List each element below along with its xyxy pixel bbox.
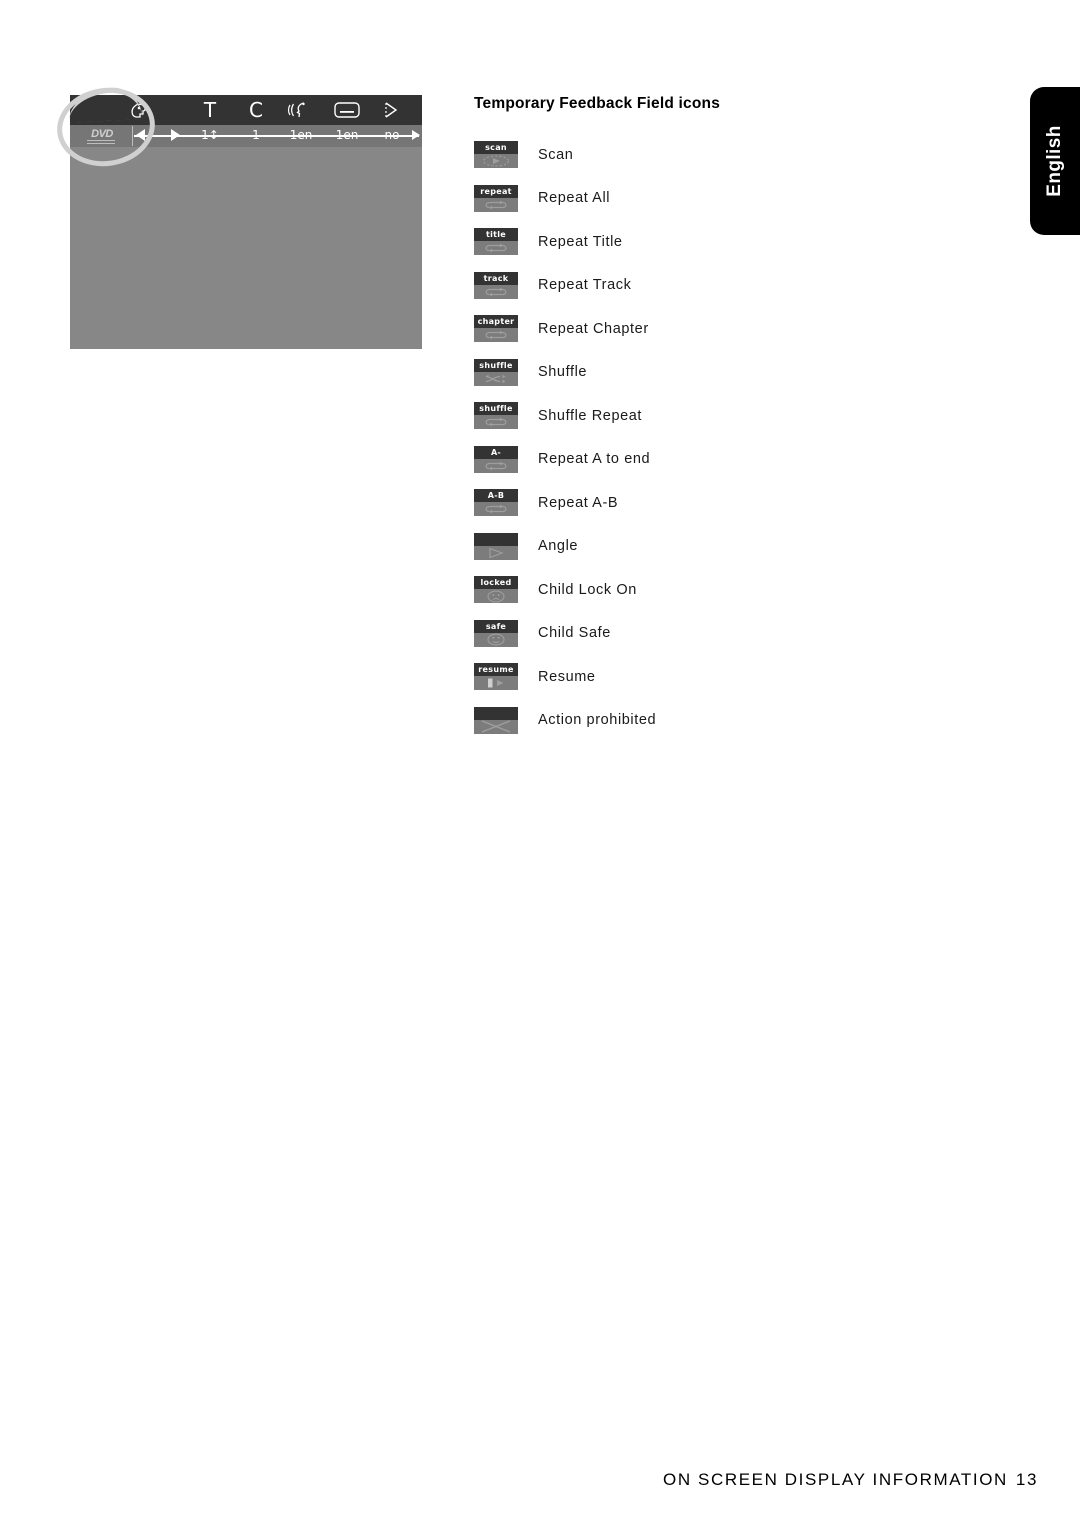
feedback-icon-label: Repeat All [538,190,611,207]
shuffle-crossed-arrows-icon: shuffle [474,358,518,386]
feedback-icon-label: Resume [538,668,596,685]
osd-column-angle-head [114,95,166,147]
feedback-icon-row: safe Child Safe [474,612,994,656]
repeat-loop-icon: A- [474,445,518,473]
feedback-icon-list: scan Scan repeat Repeat All title Repeat Titl… [474,133,994,742]
scan-dotted-play-icon: scan [474,141,518,169]
feedback-icon-caption: A- [474,445,518,459]
osd-menu-bar: DVD T 1↕ C 1 1en 1en no off [70,95,446,147]
repeat-loop-icon: A-B [474,489,518,517]
smiley-face-icon: safe [474,619,518,647]
feedback-icon-label: Shuffle [538,364,588,381]
feedback-icon-symbol [474,676,518,690]
panel-title: Temporary Feedback Field icons [474,95,721,112]
feedback-icon-label: Repeat Chapter [538,320,649,337]
osd-screen-preview: DVD T 1↕ C 1 1en 1en no off [70,95,446,349]
feedback-icon-symbol [474,633,518,647]
feedback-icon-row: chapter Repeat Chapter [474,307,994,351]
audio-language-icon [275,95,327,125]
resume-bar-play-icon: resume [474,663,518,691]
feedback-icon-symbol [474,241,518,255]
language-tab-label: English [1044,125,1065,197]
feedback-icon-label: Action prohibited [538,712,657,729]
repeat-loop-icon: track [474,271,518,299]
osd-value-zoom: off [429,128,445,142]
footer-page-number: 13 [1015,1470,1038,1489]
repeat-loop-icon: shuffle [474,402,518,430]
feedback-icon-caption: locked [474,576,518,590]
feedback-icon-caption: resume [474,663,518,677]
osd-column-audio: 1en [275,95,327,147]
feedback-icon-label: Repeat Title [538,233,623,250]
feedback-icon-symbol [474,415,518,429]
feedback-icon-caption: repeat [474,184,518,198]
osd-value-audio: 1en [289,128,313,142]
temporary-feedback-field-panel: Temporary Feedback Field icons scan Scan r… [474,95,994,742]
feedback-icon-symbol [474,459,518,473]
feedback-icon-label: Repeat Track [538,277,632,294]
feedback-icon-symbol [474,328,518,342]
feedback-icon-row: A-B Repeat A-B [474,481,994,525]
feedback-icon-caption [474,706,518,720]
feedback-icon-label: Repeat A-B [538,494,619,511]
feedback-icon-row: Action prohibited [474,699,994,743]
feedback-icon-row: track Repeat Track [474,264,994,308]
feedback-icon-caption [474,532,518,546]
feedback-icon-symbol [474,720,518,734]
feedback-icon-label: Child Safe [538,625,611,642]
zoom-magnifier-icon [411,95,463,125]
feedback-icon-row: resume Resume [474,655,994,699]
next-arrow-icon [171,129,180,141]
language-tab-english: English [1030,87,1080,235]
feedback-icon-caption: shuffle [474,402,518,416]
feedback-icon-caption: scan [474,141,518,155]
sad-face-icon: locked [474,576,518,604]
feedback-icon-caption: chapter [474,315,518,329]
feedback-icon-label: Shuffle Repeat [538,407,643,424]
feedback-icon-row: locked Child Lock On [474,568,994,612]
feedback-icon-caption: shuffle [474,358,518,372]
repeat-loop-icon: title [474,228,518,256]
page-footer: ON SCREEN DISPLAY INFORMATION 13 [0,1470,1038,1490]
feedback-icon-caption: track [474,271,518,285]
feedback-icon-row: shuffle Shuffle [474,351,994,395]
repeat-loop-icon: chapter [474,315,518,343]
feedback-icon-label: Child Lock On [538,581,637,598]
feedback-icon-row: Angle [474,525,994,569]
cross-prohibited-icon [474,706,518,734]
feedback-icon-caption: A-B [474,489,518,503]
feedback-icon-symbol [474,154,518,168]
feedback-icon-label: Angle [538,538,579,555]
feedback-icon-row: repeat Repeat All [474,177,994,221]
feedback-icon-label: Repeat A to end [538,451,651,468]
osd-value-title: 1↕ [201,128,219,142]
feedback-icon-symbol [474,546,518,560]
feedback-icon-row: title Repeat Title [474,220,994,264]
footer-section-title: ON SCREEN DISPLAY INFORMATION [663,1470,1008,1489]
feedback-icon-symbol [474,502,518,516]
feedback-icon-row: scan Scan [474,133,994,177]
feedback-icon-row: shuffle Shuffle Repeat [474,394,994,438]
feedback-icon-caption: title [474,228,518,242]
feedback-icon-symbol [474,285,518,299]
feedback-icon-symbol [474,198,518,212]
feedback-icon-label: Scan [538,146,574,163]
repeat-loop-icon: repeat [474,184,518,212]
feedback-icon-caption: safe [474,619,518,633]
feedback-icon-row: A- Repeat A to end [474,438,994,482]
osd-column-title: T 1↕ [184,95,236,147]
title-icon: T [203,98,217,122]
angle-triangle-icon [474,532,518,560]
angle-head-icon [114,95,166,125]
osd-value-angle-head [114,125,166,147]
feedback-icon-symbol [474,372,518,386]
feedback-icon-symbol [474,589,518,603]
osd-column-zoom: off [411,95,463,147]
